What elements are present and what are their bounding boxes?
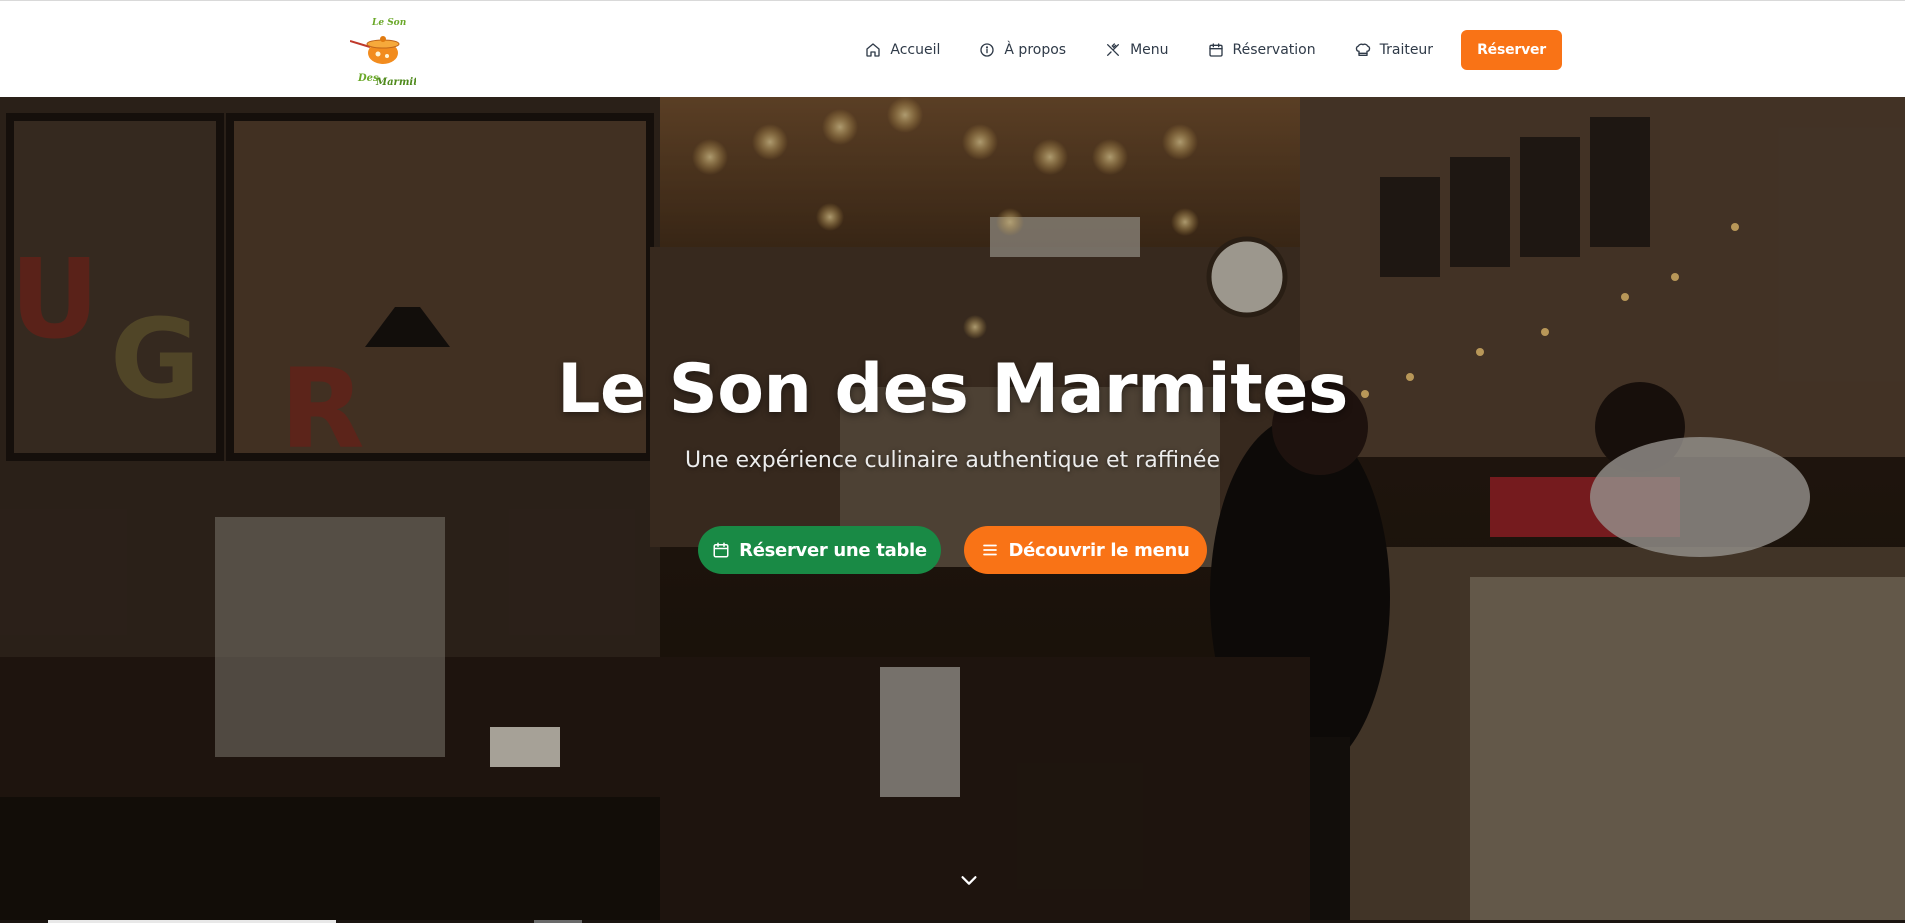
reserve-table-button[interactable]: Réserver une table xyxy=(698,526,941,574)
nav-item-a-propos[interactable]: À propos xyxy=(979,42,1066,58)
hero-section: U G R Le Son des Marmites Une expérience… xyxy=(0,97,1905,923)
nav-label: Traiteur xyxy=(1379,42,1434,58)
nav-item-traiteur[interactable]: Traiteur xyxy=(1355,42,1433,58)
main-navigation: Accueil À propos Menu Réservation Traite… xyxy=(865,30,1562,70)
hero-dark-overlay xyxy=(0,97,1905,923)
home-icon xyxy=(866,43,881,57)
nav-label: À propos xyxy=(1004,42,1067,58)
calendar-icon xyxy=(1208,43,1223,57)
chevron-down-icon[interactable] xyxy=(958,869,980,891)
svg-text:Marmites: Marmites xyxy=(375,77,416,88)
nav-item-reservation[interactable]: Réservation xyxy=(1208,42,1316,58)
utensils-icon xyxy=(1107,43,1120,56)
discover-menu-button[interactable]: Découvrir le menu xyxy=(964,526,1207,574)
reserve-button[interactable]: Réserver xyxy=(1461,30,1562,70)
chef-hat-icon xyxy=(1355,43,1370,56)
restaurant-logo[interactable]: Le Son Des Marmites xyxy=(349,13,430,89)
calendar-icon xyxy=(713,542,729,558)
nav-item-accueil[interactable]: Accueil xyxy=(865,42,940,58)
hero-subtitle: Une expérience culinaire authentique et … xyxy=(684,448,1220,473)
hero-title: Le Son des Marmites xyxy=(557,350,1348,429)
info-icon xyxy=(980,43,995,57)
site-header: Le Son Des Marmites Accueil À propos Men… xyxy=(0,0,1905,97)
nav-label: Accueil xyxy=(890,42,941,58)
nav-item-menu[interactable]: Menu xyxy=(1105,42,1169,58)
nav-label: Menu xyxy=(1130,42,1169,58)
nav-label: Réservation xyxy=(1232,42,1316,58)
svg-text:Le Son: Le Son xyxy=(371,18,406,28)
hero-buttons: Réserver une table Découvrir le menu xyxy=(0,526,1905,574)
button-label: Découvrir le menu xyxy=(1008,539,1190,561)
menu-lines-icon xyxy=(983,544,998,556)
button-label: Réserver une table xyxy=(739,539,927,561)
